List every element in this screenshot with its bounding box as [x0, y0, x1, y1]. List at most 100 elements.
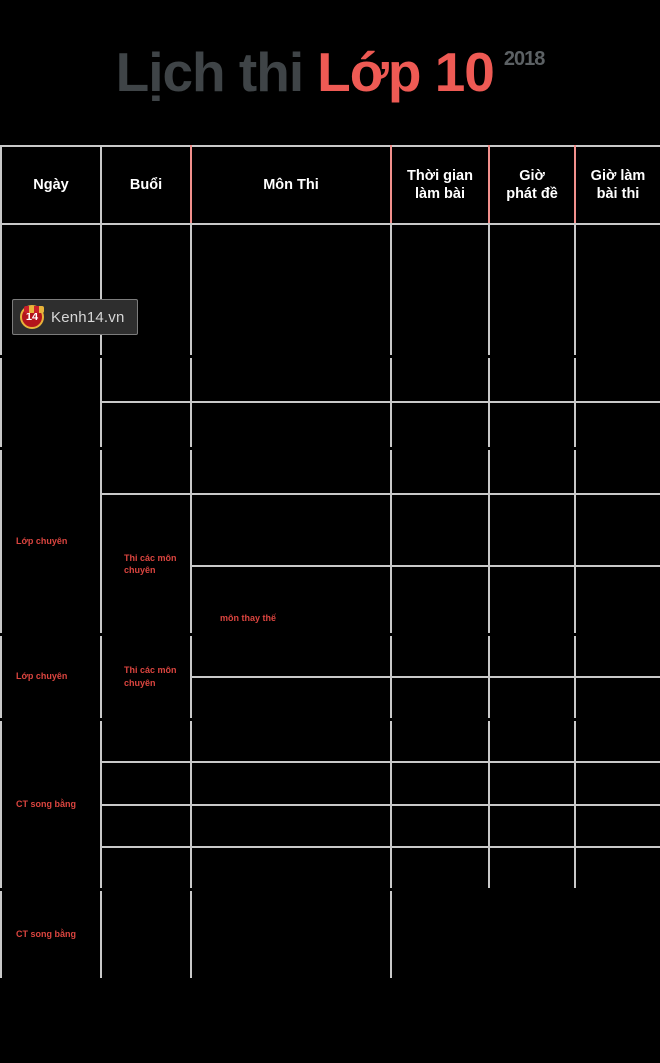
cell-mon-thi	[190, 632, 392, 678]
cell-mon-thi	[190, 846, 392, 891]
title-year: 2018	[503, 48, 545, 70]
cell-merged-tail	[390, 887, 660, 981]
page-header: Lịch thi Lớp 10 2018	[0, 0, 660, 145]
cell-ngay: Lớp chuyên	[0, 446, 102, 635]
cell-buoi	[100, 846, 192, 891]
cell-gio-phat-de	[488, 401, 576, 450]
table-row: Lớp chuyên Thi các môn chuyên	[0, 632, 660, 720]
column-header-thoi-gian-lam-bai: Thời gian làm bài	[390, 145, 490, 225]
exam-schedule-table: Ngày Buổi Môn Thi Thời gian làm bài Giờ …	[0, 145, 660, 981]
cell-gio-lam-bai	[574, 761, 660, 806]
annotation-lop-chuyen: Lớp chuyên	[16, 535, 68, 546]
row-group-3: Lớp chuyên Thi các môn chuyên môn thay t…	[0, 446, 660, 636]
cell-gio-phat-de	[488, 804, 576, 848]
title-part-red: Lớp 10	[317, 41, 495, 103]
cell-thoi-gian	[390, 493, 490, 567]
annotation-mon-thay-the: môn thay thế	[220, 613, 277, 624]
column-header-buoi: Buổi	[100, 145, 192, 225]
gio-phat-de-line-2: phát đề	[506, 186, 558, 202]
cell-gio-phat-de	[488, 354, 576, 403]
row-group-6: CT song bằng	[0, 887, 660, 981]
cell-gio-phat-de	[488, 761, 576, 806]
cell-ngay: Lớp chuyên	[0, 632, 102, 720]
thoi-gian-line-2: làm bài	[415, 186, 465, 202]
cell-gio-phat-de	[488, 446, 576, 495]
cell-buoi	[100, 717, 192, 763]
table-row: Lớp chuyên	[0, 446, 660, 635]
cell-thoi-gian	[390, 676, 490, 721]
cell-thoi-gian	[390, 401, 490, 450]
cell-gio-phat-de	[488, 846, 576, 891]
cell-thoi-gian	[390, 223, 490, 358]
cell-ngay	[0, 223, 102, 358]
cell-mon-thi	[190, 223, 392, 358]
table-row: CT song bằng	[0, 717, 660, 890]
cell-gio-lam-bai	[574, 354, 660, 403]
gio-phat-de-line-1: Giờ	[519, 167, 545, 184]
badge-number: 14	[25, 311, 39, 323]
cell-ngay: CT song bằng	[0, 887, 102, 981]
cell-gio-lam-bai	[574, 493, 660, 567]
cell-gio-lam-bai	[574, 717, 660, 763]
cell-gio-lam-bai	[574, 446, 660, 495]
cell-thoi-gian	[390, 717, 490, 763]
row-group-2	[0, 354, 660, 450]
gio-lam-bai-line-2: bài thi	[596, 186, 640, 202]
gio-lam-bai-line-1: Giờ làm	[590, 167, 646, 184]
cell-mon-thi	[190, 446, 392, 495]
column-header-ngay: Ngày	[0, 145, 102, 225]
cell-gio-lam-bai	[574, 676, 660, 721]
annotation-thi-cac-mon-chuyen: Thi các môn chuyên	[124, 665, 177, 688]
cell-thoi-gian	[390, 804, 490, 848]
cell-mon-thi	[190, 676, 392, 721]
cell-buoi	[100, 887, 192, 981]
annotation-thi-cac-mon-chuyen: Thi các môn chuyên	[124, 552, 177, 575]
cell-thoi-gian	[390, 565, 490, 636]
cell-gio-phat-de	[488, 493, 576, 567]
annotation-lop-chuyen: Lớp chuyên	[16, 671, 68, 682]
cell-gio-lam-bai	[574, 223, 660, 358]
cell-mon-thi	[190, 761, 392, 806]
kenh14-badge-icon: 14	[20, 305, 44, 329]
annotation-ct-song-bang: CT song bằng	[16, 798, 76, 809]
annotation-ct-song-bang: CT song bằng	[16, 928, 76, 939]
table-header-row: Ngày Buổi Môn Thi Thời gian làm bài Giờ …	[0, 145, 660, 225]
row-group-5: CT song bằng	[0, 717, 660, 891]
cell-mon-thi	[190, 717, 392, 763]
cell-gio-phat-de	[488, 676, 576, 721]
cell-buoi	[100, 223, 192, 358]
cell-gio-lam-bai	[574, 804, 660, 848]
cell-buoi	[100, 401, 192, 450]
cell-buoi	[100, 804, 192, 848]
table-row: CT song bằng	[0, 887, 660, 981]
cell-thoi-gian	[390, 446, 490, 495]
cell-gio-phat-de	[488, 717, 576, 763]
cell-gio-lam-bai	[574, 565, 660, 636]
cell-gio-phat-de	[488, 632, 576, 678]
cell-gio-phat-de	[488, 223, 576, 358]
column-header-gio-phat-de: Giờ phát đề	[488, 145, 576, 225]
cell-mon-thi	[190, 493, 392, 567]
row-group-4: Lớp chuyên Thi các môn chuyên	[0, 632, 660, 721]
cell-buoi: Thi các môn chuyên	[100, 493, 192, 635]
cell-mon-thi	[190, 354, 392, 403]
row-group-1	[0, 223, 660, 358]
cell-gio-lam-bai	[574, 401, 660, 450]
cell-ngay	[0, 354, 102, 449]
column-header-mon-thi: Môn Thi	[190, 145, 392, 225]
cell-thoi-gian	[390, 354, 490, 403]
watermark-label: Kenh14.vn	[51, 308, 125, 326]
cell-ngay: CT song bằng	[0, 717, 102, 890]
title-part-dark: Lịch thi	[115, 41, 305, 103]
cell-gio-phat-de	[488, 565, 576, 636]
thoi-gian-line-1: Thời gian	[407, 167, 473, 184]
cell-buoi: Thi các môn chuyên	[100, 632, 192, 720]
column-header-gio-lam-bai-thi: Giờ làm bài thi	[574, 145, 660, 225]
table-row	[0, 223, 660, 358]
cell-mon-thi: môn thay thế	[190, 565, 392, 636]
cell-gio-lam-bai	[574, 846, 660, 891]
cell-buoi	[100, 761, 192, 806]
cell-buoi	[100, 354, 192, 403]
cell-gio-lam-bai	[574, 632, 660, 678]
page-root: Lịch thi Lớp 10 2018 Ngày Buổi Môn Thi T…	[0, 0, 660, 1063]
